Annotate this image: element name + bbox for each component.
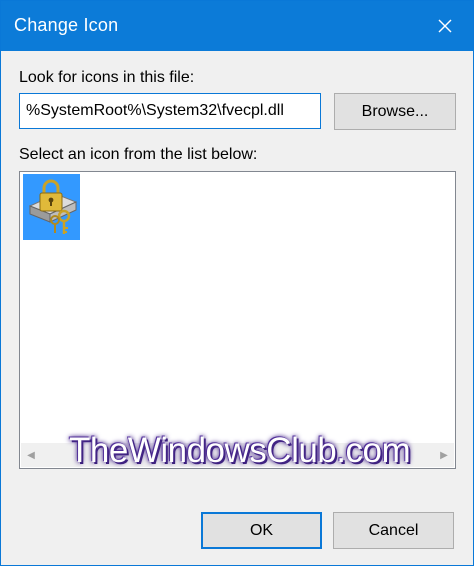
window-title: Change Icon: [14, 15, 119, 35]
browse-button[interactable]: Browse...: [334, 93, 456, 130]
watermark-text: TheWindowsClub.com: [69, 431, 411, 470]
close-button[interactable]: [417, 1, 473, 51]
title-bar[interactable]: Change Icon: [1, 1, 473, 51]
bitlocker-drive-keys-icon: [28, 179, 77, 234]
ok-button[interactable]: OK: [201, 512, 322, 549]
icon-list-item[interactable]: [23, 174, 80, 240]
close-icon: [438, 19, 452, 33]
cancel-button[interactable]: Cancel: [333, 512, 454, 549]
change-icon-dialog: Change Icon Look for icons in this file:…: [0, 0, 474, 566]
look-for-icons-label: Look for icons in this file:: [19, 69, 195, 86]
icon-file-path-input[interactable]: [19, 93, 321, 129]
scroll-left-arrow-icon[interactable]: ◀: [21, 443, 41, 467]
icon-list[interactable]: ◀ ▶: [19, 171, 456, 469]
scroll-right-arrow-icon[interactable]: ▶: [434, 443, 454, 467]
select-icon-label: Select an icon from the list below:: [19, 146, 258, 163]
